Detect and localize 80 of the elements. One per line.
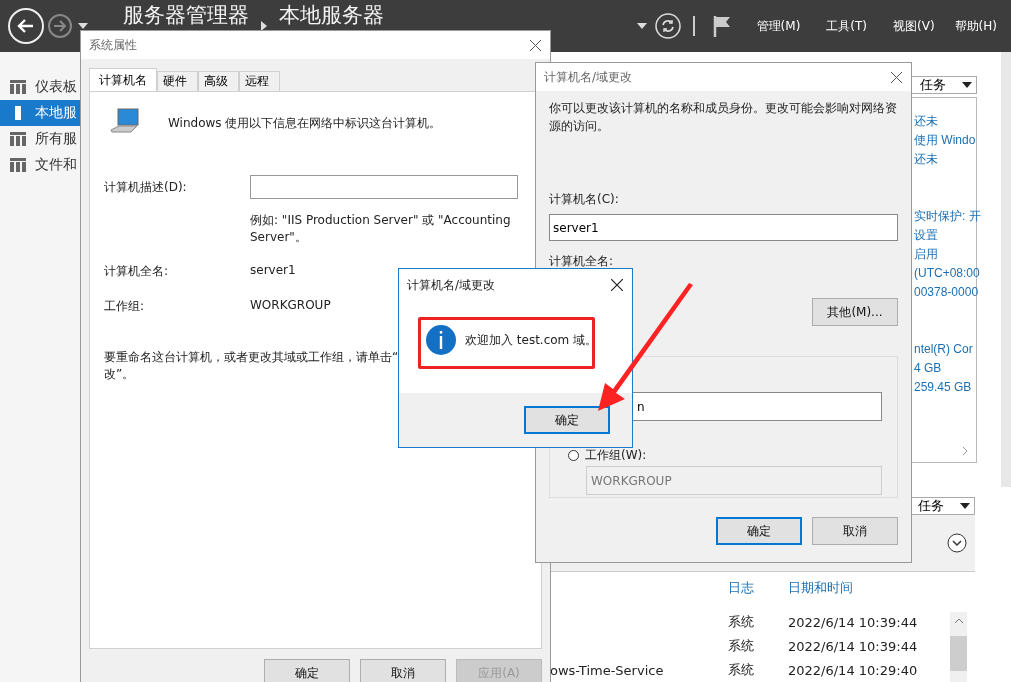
info-icon <box>425 324 457 356</box>
property-value[interactable]: 4 GB <box>914 359 942 378</box>
forward-button[interactable] <box>48 14 72 38</box>
intro-text: Windows 使用以下信息在网络中标识这台计算机。 <box>168 114 442 132</box>
table-cell-text: 系统 <box>728 661 755 679</box>
input-field[interactable]: server1 <box>549 214 898 241</box>
breadcrumb-separator-icon <box>261 21 267 31</box>
property-value[interactable]: ntel(R) Cor <box>914 340 973 359</box>
table-cell: 2022/6/14 10:39:44 <box>788 614 918 630</box>
menu-item[interactable]: 视图(V) <box>893 17 935 35</box>
column-header[interactable]: 日志 <box>728 579 788 597</box>
more-button[interactable]: 其他(M)... <box>812 298 898 326</box>
example-text: 例如: "IIS Production Server" 或 "Accounting Server"。 <box>250 212 512 246</box>
close-icon[interactable] <box>611 279 623 291</box>
message-text: 欢迎加入 test.com 域。 <box>465 331 598 349</box>
sidebar-item[interactable]: 文件和 <box>0 152 80 178</box>
scrollbar[interactable] <box>950 612 967 682</box>
property-value[interactable]: 00378-0000 <box>914 283 979 302</box>
property-value[interactable]: 还未 <box>914 112 938 131</box>
property-value[interactable]: 使用 Windo <box>914 131 976 150</box>
table-cell: ows-Time-Service <box>550 662 664 678</box>
menu-item[interactable]: 工具(T) <box>826 17 868 35</box>
field-label: 工作组: <box>104 298 146 315</box>
tab[interactable]: 计算机名 <box>89 68 157 91</box>
caret-icon <box>960 503 970 509</box>
hint-text: 要重命名这台计算机，或者更改其域或工作组，请单击“ <box>104 349 399 366</box>
tab[interactable]: 远程 <box>239 71 280 91</box>
window-title: 系统属性 <box>89 36 137 54</box>
hint-text: 改”。 <box>104 366 135 383</box>
property-value[interactable]: 还未 <box>914 150 938 169</box>
field-value: server1 <box>250 263 296 279</box>
table-cell: 2022/6/14 10:29:40 <box>788 662 918 678</box>
property-value[interactable]: 259.45 GB <box>914 378 972 397</box>
dialog-button[interactable]: 取消 <box>812 517 898 545</box>
refresh-icon[interactable] <box>654 13 681 39</box>
radio-label: 工作组(W): <box>585 447 647 464</box>
close-icon[interactable] <box>530 39 541 51</box>
field-value: WORKGROUP <box>250 298 331 314</box>
sidebar-item[interactable]: 仪表板 <box>0 74 80 100</box>
close-icon[interactable] <box>891 71 902 83</box>
chevron-icon[interactable] <box>962 446 968 456</box>
property-value[interactable]: 启用 <box>914 245 938 264</box>
dialog-button[interactable]: 取消 <box>360 659 446 682</box>
sidebar-item[interactable]: 所有服 <box>0 126 80 152</box>
chevron-icon <box>953 618 964 624</box>
ok-button[interactable]: 确定 <box>524 406 610 434</box>
window-title: 计算机名/域更改 <box>544 68 633 86</box>
breadcrumb-item[interactable]: 服务器管理器 <box>123 3 249 28</box>
tasks-dropdown[interactable]: 任务 <box>911 76 977 94</box>
dialog-button[interactable]: 确定 <box>264 659 350 682</box>
radio-button[interactable] <box>568 450 579 461</box>
property-value[interactable]: (UTC+08:00 <box>914 264 980 283</box>
breadcrumb-item: 本地服务器 <box>279 3 384 28</box>
field-label: 计算机名(C): <box>549 191 620 208</box>
tasks-dropdown[interactable]: 任务 <box>909 497 975 515</box>
flag-icon[interactable] <box>712 15 731 37</box>
table-cell-text: 系统 <box>728 637 755 655</box>
field-label: 计算机全名: <box>549 253 615 270</box>
back-button[interactable] <box>8 8 44 44</box>
tab[interactable]: 高级 <box>198 71 239 91</box>
field-label: 计算机全名: <box>104 263 170 280</box>
arrow-icon <box>52 18 68 34</box>
description-text: 你可以更改该计算机的名称和成员身份。更改可能会影响对网络资源的访问。 <box>549 100 898 135</box>
input-field[interactable] <box>250 175 518 199</box>
table-cell: 2022/6/14 10:39:44 <box>788 638 918 654</box>
window-title: 计算机名/域更改 <box>407 276 496 294</box>
tab[interactable]: 硬件 <box>157 71 198 91</box>
sidebar-item[interactable]: 本地服 <box>0 100 80 126</box>
caret-icon <box>962 82 972 88</box>
dialog-button[interactable]: 确定 <box>716 517 802 545</box>
table-cell-text: 系统 <box>728 613 755 631</box>
scrollbar[interactable] <box>1001 52 1011 487</box>
expand-icon[interactable] <box>947 533 967 553</box>
property-value[interactable]: 设置 <box>914 226 938 245</box>
field-label: 计算机描述(D): <box>104 178 188 196</box>
menu-item[interactable]: 帮助(H) <box>954 17 997 35</box>
menu-item[interactable]: 管理(M) <box>756 17 801 35</box>
property-value[interactable]: 实时保护: 开 <box>914 207 981 226</box>
column-header[interactable]: 日期和时间 <box>788 579 853 597</box>
caret-icon[interactable] <box>636 23 647 29</box>
